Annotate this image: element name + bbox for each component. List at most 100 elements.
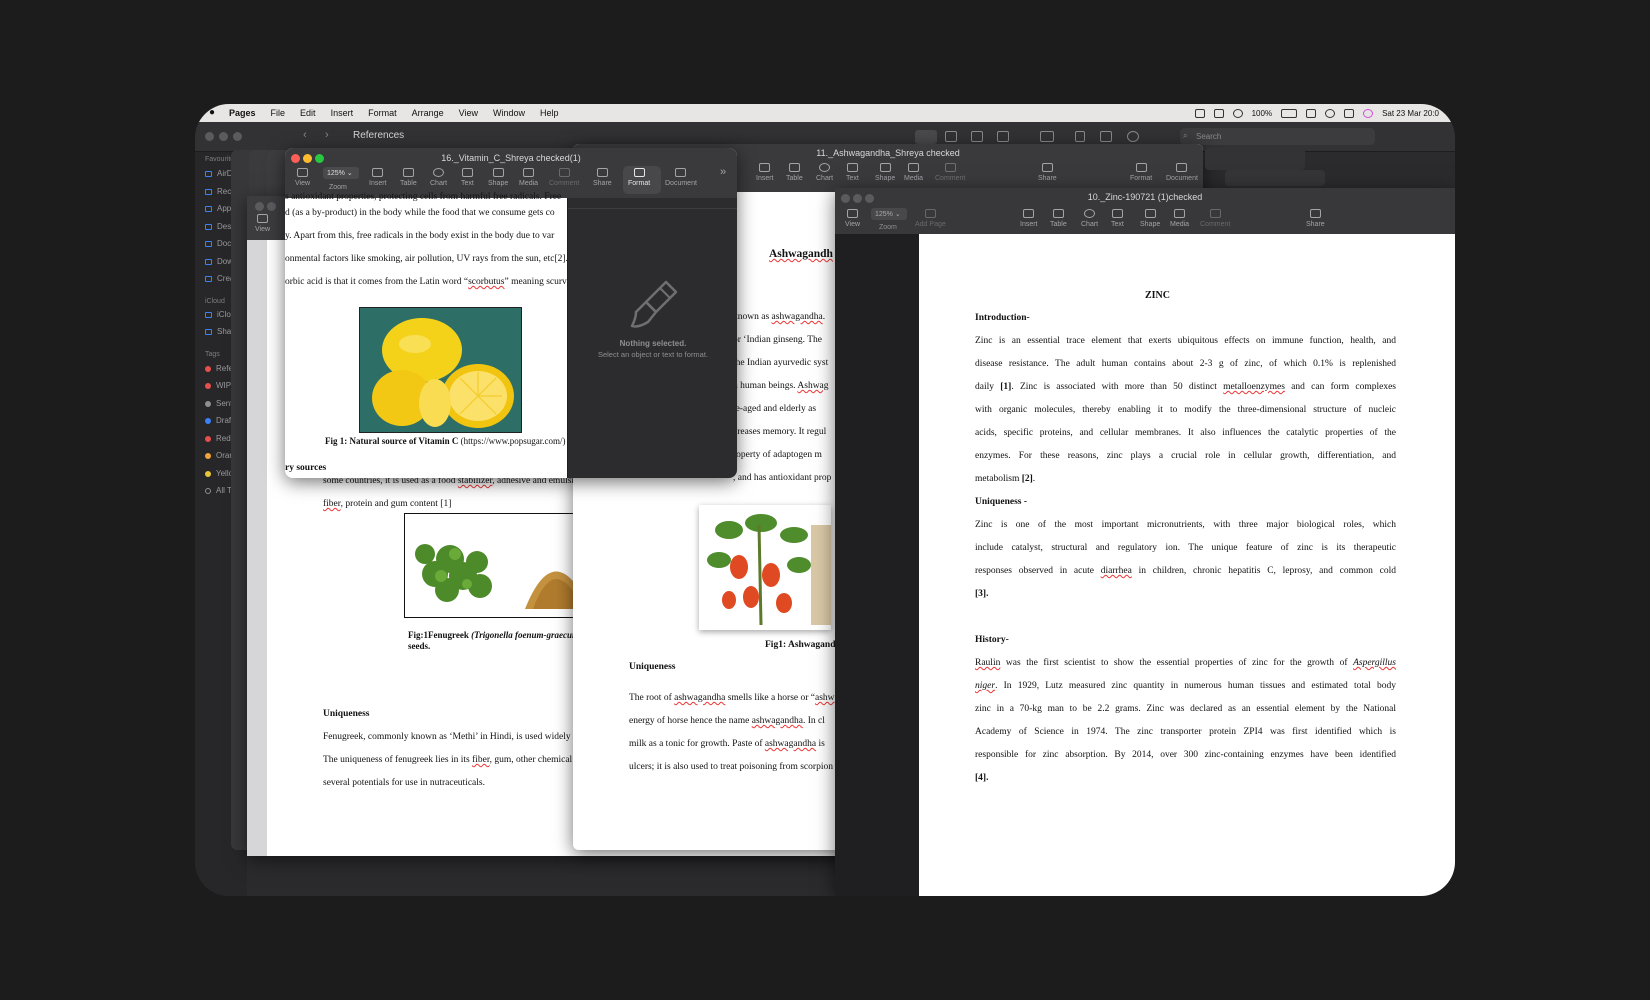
vitamin-c-page[interactable]: s antioxidant properties, protecting cel… (285, 192, 572, 478)
battery-icon[interactable] (1281, 108, 1298, 118)
close-button[interactable] (205, 132, 214, 141)
toolbar-table[interactable]: Table (786, 163, 803, 182)
toolbar-share[interactable]: Share (593, 168, 612, 187)
toolbar-insert[interactable]: Insert (1020, 209, 1038, 228)
toolbar-shape[interactable]: Shape (875, 163, 895, 182)
toolbar-view[interactable]: View (845, 209, 860, 228)
toolbar-chart[interactable]: Chart (1081, 209, 1098, 228)
body-line: , and has antioxidant prop (733, 473, 832, 483)
zinc-page[interactable]: ZINC Introduction- Zinc is an essential … (919, 234, 1455, 896)
overflow-chevron-icon[interactable]: » (720, 166, 726, 178)
zoom-label: Zoom (879, 224, 897, 231)
menu-format[interactable]: Format (368, 108, 397, 118)
window-title: 10._Zinc-190721 (1)checked (1087, 192, 1203, 202)
uniqueness-heading: Uniqueness - (975, 497, 1027, 507)
tag-dot-icon (205, 435, 211, 442)
minimize-button[interactable] (267, 202, 276, 211)
toolbar-table[interactable]: Table (1050, 209, 1067, 228)
body-line: include catalyst, structural and regulat… (975, 543, 1396, 553)
sidebar-divider (568, 208, 737, 209)
column-view-icon[interactable] (971, 131, 983, 142)
toolbar-text[interactable]: Text (461, 168, 474, 187)
menu-insert[interactable]: Insert (331, 108, 354, 118)
search-icon[interactable] (1325, 108, 1336, 118)
toolbar-document[interactable]: Document (665, 168, 697, 187)
control-center-icon[interactable] (1344, 108, 1355, 118)
background-window-edge[interactable] (1205, 148, 1305, 170)
vitamin-c-image[interactable] (359, 307, 522, 433)
tag-item[interactable]: Sent (205, 399, 232, 408)
toolbar-format[interactable]: Format (1130, 163, 1152, 182)
menu-view[interactable]: View (459, 108, 478, 118)
tag-item[interactable]: Draft (205, 416, 233, 425)
icon-view-icon[interactable] (915, 130, 937, 144)
background-window-edge[interactable] (1225, 170, 1325, 186)
toolbar-insert[interactable]: Insert (369, 168, 387, 187)
toolbar-insert[interactable]: Insert (756, 163, 774, 182)
fenugreek-image[interactable] (404, 513, 594, 618)
body-line: Raulin was the first scientist to show t… (975, 658, 1396, 668)
toolbar-media[interactable]: Media (519, 168, 538, 187)
toolbar-share[interactable]: Share (1038, 163, 1057, 182)
tag-dot-icon (205, 417, 211, 424)
tag-item[interactable]: Yello (205, 469, 233, 478)
toolbar-text[interactable]: Text (846, 163, 859, 182)
toolbar-add-page[interactable]: Add Page (915, 209, 946, 228)
clock[interactable]: Sat 23 Mar 20:0 (1382, 109, 1439, 118)
comment-icon (944, 163, 956, 172)
apple-icon[interactable]: ● (209, 108, 219, 118)
menu-app-pages[interactable]: Pages (229, 108, 256, 118)
sidebar-icon (257, 214, 269, 223)
sidebar-item-applications[interactable]: Appl (205, 204, 233, 213)
toolbar-format[interactable]: Format (628, 168, 650, 187)
ashwagandha-image[interactable] (699, 505, 831, 630)
play-icon[interactable] (1232, 108, 1243, 118)
zoom-label: Zoom (329, 184, 347, 191)
toolbar-comment[interactable]: Comment (935, 163, 965, 182)
group-icon[interactable] (1040, 131, 1054, 142)
toolbar-share[interactable]: Share (1306, 209, 1325, 228)
figure-caption: Fig:1Fenugreek (Trigonella foenum-graecu… (408, 630, 595, 640)
minimize-button[interactable] (219, 132, 228, 141)
share-icon (596, 168, 608, 177)
tag-item[interactable]: WIP (205, 381, 231, 390)
menu-window[interactable]: Window (493, 108, 525, 118)
toolbar-view[interactable]: View (295, 168, 310, 187)
menu-arrange[interactable]: Arrange (412, 108, 444, 118)
toolbar-text[interactable]: Text (1111, 209, 1124, 228)
menu-help[interactable]: Help (540, 108, 559, 118)
toolbar-chart[interactable]: Chart (816, 163, 833, 182)
siri-icon[interactable] (1363, 108, 1374, 118)
finder-search-input[interactable]: Search (1180, 128, 1375, 145)
menu-edit[interactable]: Edit (300, 108, 316, 118)
toolbar-document[interactable]: Document (1166, 163, 1198, 182)
toolbar-shape[interactable]: Shape (1140, 209, 1160, 228)
close-button[interactable] (255, 202, 264, 211)
toolbar-table[interactable]: Table (400, 168, 417, 187)
menu-file[interactable]: File (271, 108, 286, 118)
share-icon[interactable] (1075, 131, 1085, 142)
tag-item[interactable]: Red (205, 434, 231, 443)
zoom-select[interactable]: 125% ⌄ (323, 167, 359, 179)
tags-header: Tags (205, 351, 220, 358)
zoom-button[interactable] (233, 132, 242, 141)
screen-record-icon[interactable] (1194, 108, 1205, 118)
toolbar-media[interactable]: Media (1170, 209, 1189, 228)
gallery-view-icon[interactable] (997, 131, 1009, 142)
toolbar-comment[interactable]: Comment (549, 168, 579, 187)
zinc-document-window: 10._Zinc-190721 (1)checked View 125% ⌄ Z… (835, 188, 1455, 896)
lemons-picture (360, 308, 521, 432)
more-icon[interactable] (1127, 131, 1139, 142)
notion-icon[interactable] (1213, 108, 1224, 118)
zoom-select[interactable]: 125% ⌄ (871, 208, 907, 220)
toolbar-comment[interactable]: Comment (1200, 209, 1230, 228)
toolbar-chart[interactable]: Chart (430, 168, 447, 187)
toolbar-media[interactable]: Media (904, 163, 923, 182)
view-button[interactable]: View (255, 214, 270, 233)
toolbar-shape[interactable]: Shape (488, 168, 508, 187)
forward-icon[interactable]: › (325, 129, 329, 141)
link-icon[interactable] (1306, 108, 1317, 118)
list-view-icon[interactable] (945, 131, 957, 142)
back-icon[interactable]: ‹ (303, 129, 307, 141)
tag-icon[interactable] (1100, 131, 1112, 142)
